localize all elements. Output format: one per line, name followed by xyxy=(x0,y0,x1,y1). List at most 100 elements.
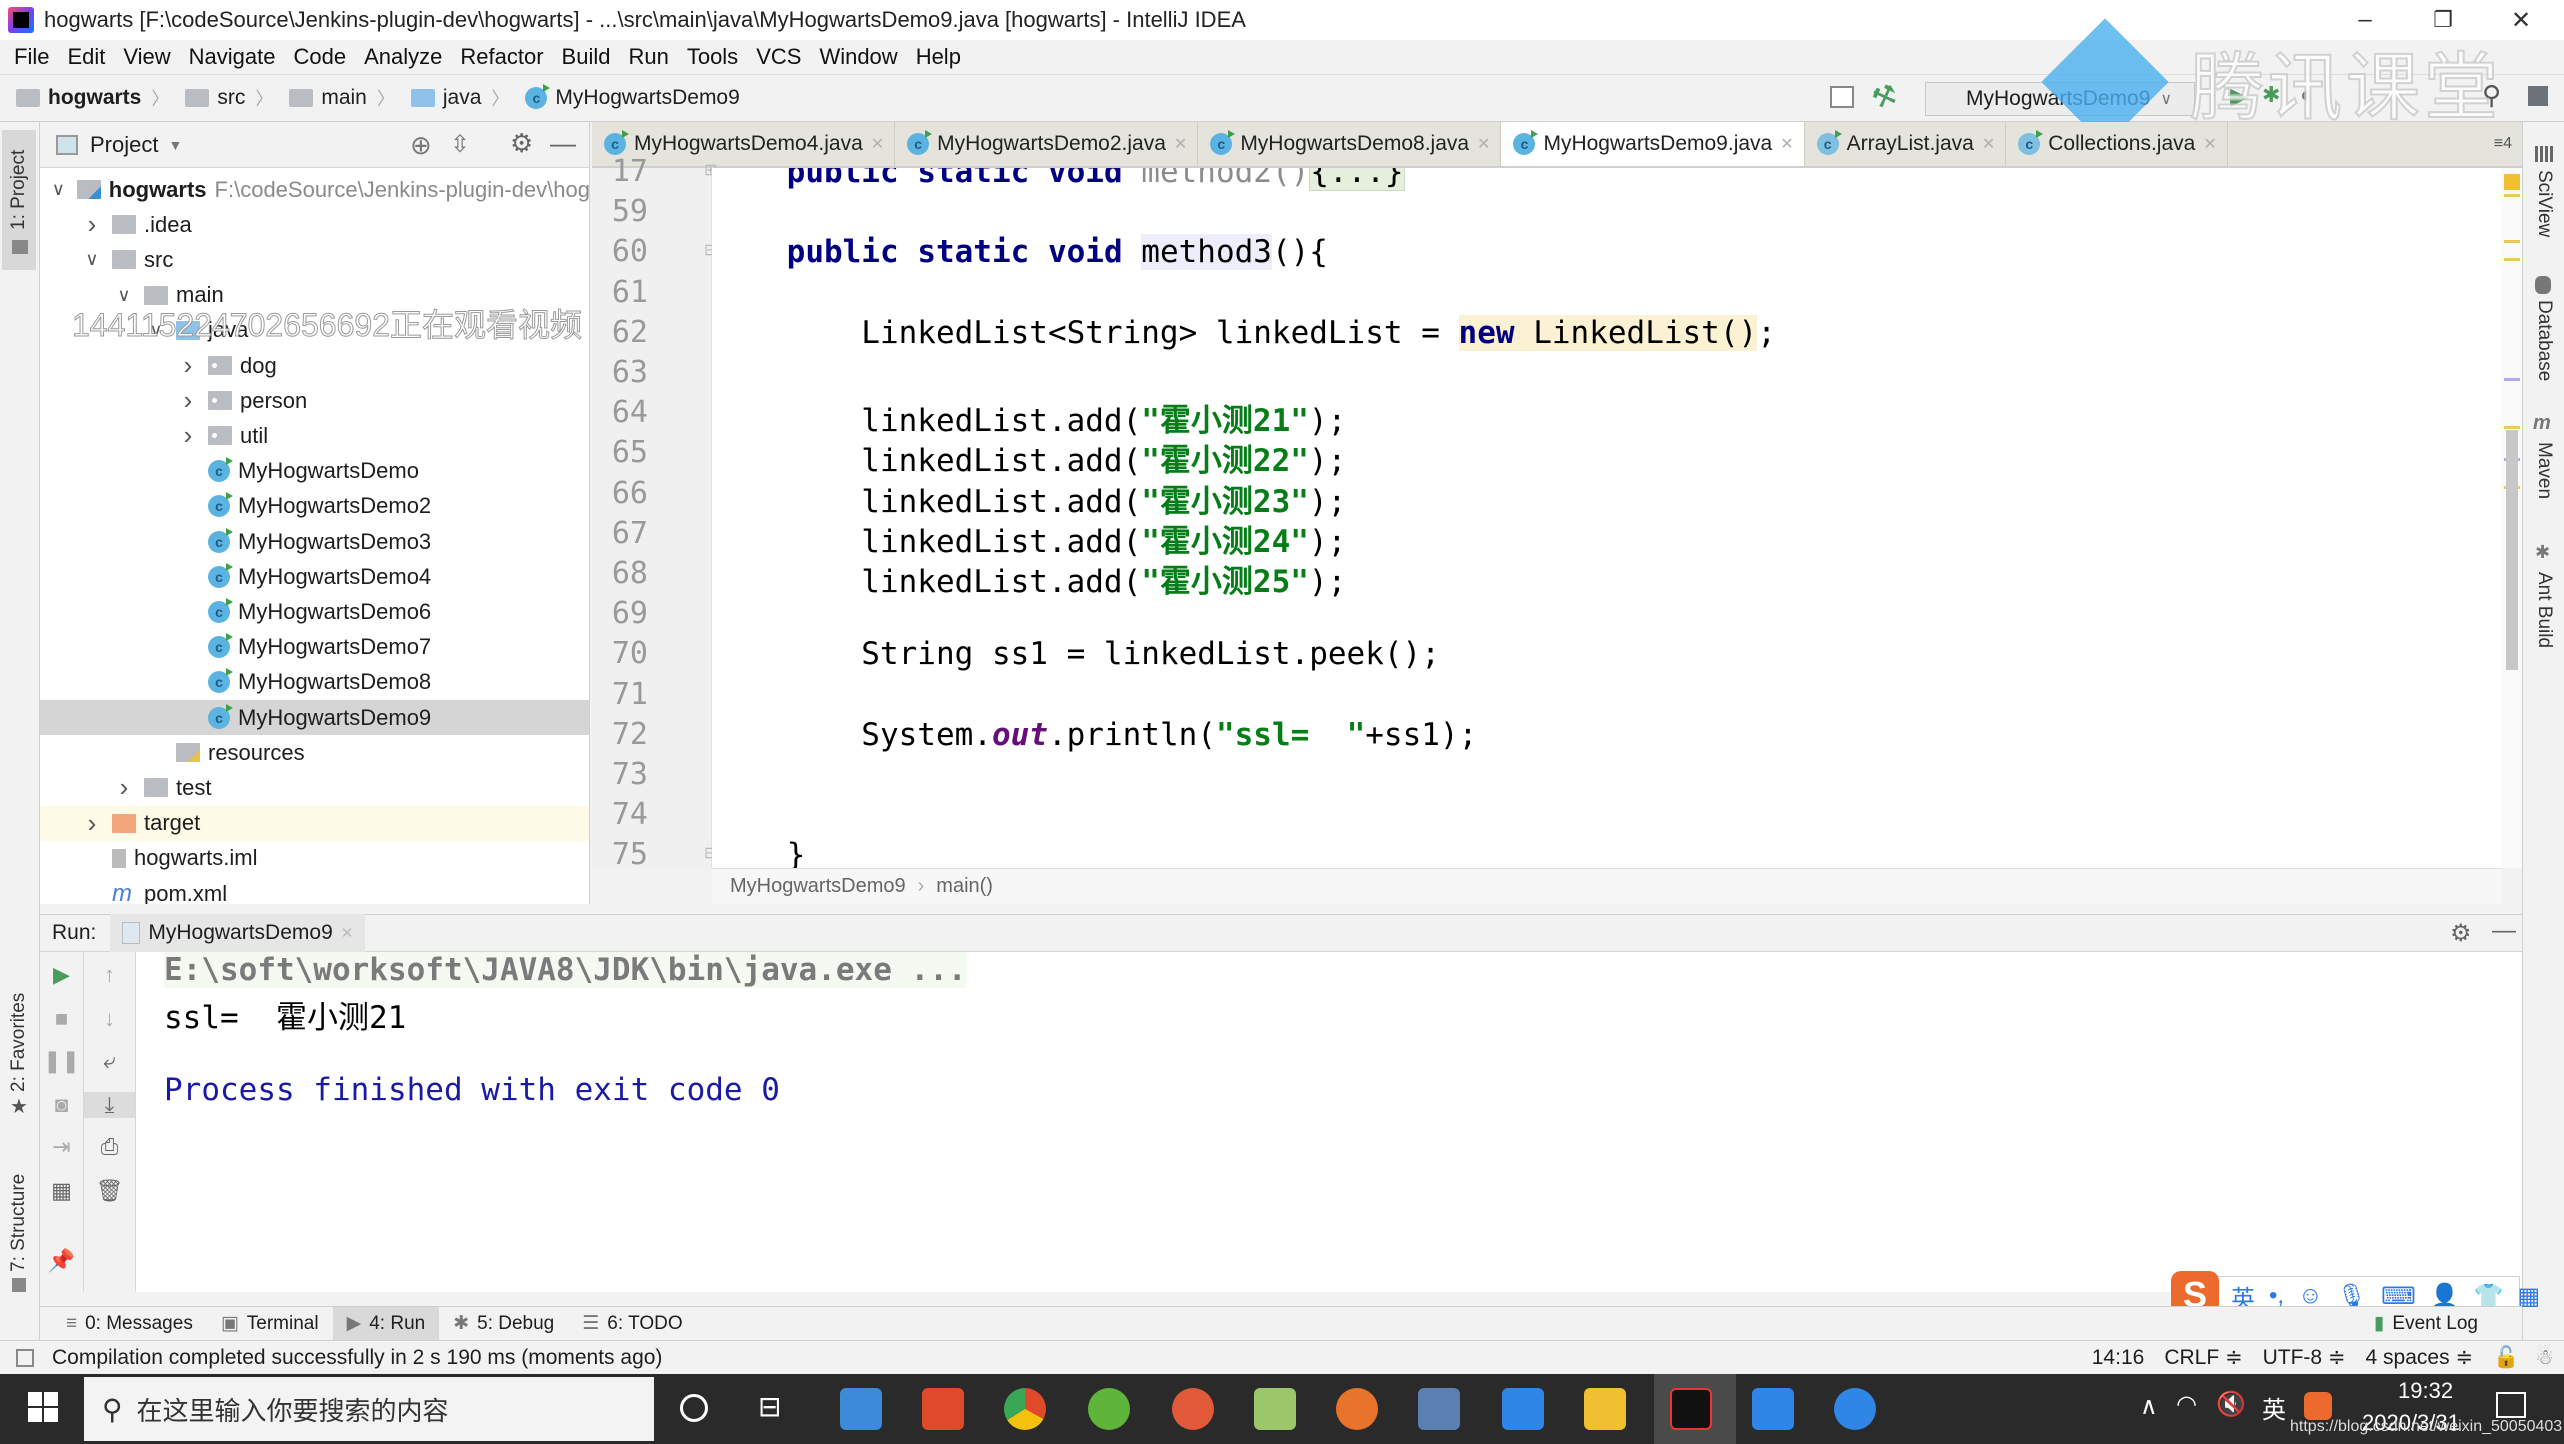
taskbar-app-vc[interactable] xyxy=(1502,1388,1544,1430)
error-stripe[interactable] xyxy=(2502,168,2522,868)
breadcrumb-hogwarts[interactable]: hogwarts 〉 xyxy=(16,85,169,111)
stop-icon[interactable]: ■ xyxy=(40,1006,83,1032)
chevron-down-icon[interactable]: ∨ xyxy=(146,320,166,341)
close-tab-icon[interactable]: ✕ xyxy=(1174,134,1187,154)
code-line[interactable]: linkedList.add("霍小测21"); xyxy=(712,395,1346,440)
run-configuration-selector[interactable]: MyHogwartsDemo9 ∨ xyxy=(1925,82,2195,116)
code-line[interactable]: System.out.println("ssl= "+ss1); xyxy=(712,717,1477,753)
tree-item-idea[interactable]: › .idea xyxy=(40,207,589,242)
chevron-right-icon[interactable]: › xyxy=(82,808,102,839)
tool-tab-debug[interactable]: ✱ 5: Debug xyxy=(439,1307,568,1341)
taskbar-app-chrome[interactable] xyxy=(1004,1388,1046,1430)
chevron-down-icon[interactable]: ∨ xyxy=(114,285,134,306)
encoding-selector[interactable]: UTF-8 ≑ xyxy=(2263,1345,2346,1370)
menu-vcs[interactable]: VCS xyxy=(756,44,801,70)
editor-scrollbar[interactable] xyxy=(2506,430,2518,670)
tree-item-myhogwartsdemo2[interactable]: c MyHogwartsDemo2 xyxy=(40,489,589,524)
breadcrumb-src[interactable]: src 〉 xyxy=(185,85,273,111)
chevron-right-icon[interactable]: › xyxy=(178,385,198,416)
tree-item-person[interactable]: › person xyxy=(40,383,589,418)
clock-time[interactable]: 19:32 xyxy=(2398,1378,2453,1404)
event-log-button[interactable]: ▮ Event Log xyxy=(2360,1307,2492,1341)
task-view-icon[interactable]: ⊟ xyxy=(758,1390,781,1423)
windows-start-icon[interactable] xyxy=(28,1392,58,1422)
code-line[interactable]: linkedList.add("霍小测25"); xyxy=(712,556,1346,601)
coverage-icon[interactable]: ◐ xyxy=(2300,82,2313,108)
wifi-icon[interactable]: ◠ xyxy=(2176,1390,2197,1419)
project-tool-button[interactable]: 1: Project xyxy=(2,130,36,270)
close-tab-icon[interactable]: ✕ xyxy=(871,134,884,154)
tree-item-myhogwartsdemo9[interactable]: c MyHogwartsDemo9 xyxy=(40,700,589,735)
lock-icon[interactable]: 🔓 xyxy=(2493,1346,2519,1370)
restore-button[interactable]: ❐ xyxy=(2408,0,2478,40)
menu-help[interactable]: Help xyxy=(916,44,961,70)
close-tab-icon[interactable]: ✕ xyxy=(1780,134,1793,154)
run-tab[interactable]: MyHogwartsDemo9 ✕ xyxy=(110,914,366,952)
trash-icon[interactable]: 🗑 xyxy=(84,1178,135,1204)
indent-selector[interactable]: 4 spaces ≑ xyxy=(2366,1345,2473,1370)
code-line[interactable]: } xyxy=(712,837,806,868)
chevron-right-icon[interactable]: › xyxy=(178,350,198,381)
chevron-down-icon[interactable]: ∨ xyxy=(82,249,102,270)
taskbar-app-xmind[interactable] xyxy=(922,1388,964,1430)
status-toggle-icon[interactable] xyxy=(16,1348,34,1367)
close-tab-icon[interactable]: ✕ xyxy=(341,924,354,942)
structure-tool-button[interactable]: 7: Structure xyxy=(2,1152,36,1302)
line-separator-selector[interactable]: CRLF ≑ xyxy=(2164,1345,2242,1370)
collapse-all-icon[interactable]: ⇳ xyxy=(450,130,470,159)
tree-item-myhogwartsdemo4[interactable]: c MyHogwartsDemo4 xyxy=(40,559,589,594)
tool-tab-run[interactable]: ▶ 4: Run xyxy=(332,1306,440,1341)
tool-tab-todo[interactable]: ☰ 6: TODO xyxy=(568,1307,696,1341)
close-button[interactable]: ✕ xyxy=(2486,0,2556,40)
cortana-icon[interactable] xyxy=(680,1394,708,1422)
code-line[interactable]: LinkedList<String> linkedList = new Link… xyxy=(712,314,1776,351)
menu-navigate[interactable]: Navigate xyxy=(189,44,276,70)
chevron-right-icon[interactable]: › xyxy=(114,772,134,803)
tree-item-hogwarts-iml[interactable]: hogwarts.iml xyxy=(40,841,589,876)
project-structure-icon[interactable] xyxy=(2528,86,2548,106)
pause-icon[interactable]: ❚❚ xyxy=(40,1048,83,1074)
taskbar-app-explorer[interactable] xyxy=(1584,1388,1626,1430)
maven-tool-button[interactable]: Maven m xyxy=(2527,412,2561,532)
tree-item-util[interactable]: › util xyxy=(40,418,589,453)
tree-item-hogwarts[interactable]: ∨ hogwarts F:\codeSource\Jenkins-plugin-de… xyxy=(40,172,589,207)
code-editor[interactable]: public static void method2(){...} public… xyxy=(712,168,2502,868)
camera-icon[interactable]: ◙ xyxy=(40,1092,83,1118)
code-line[interactable]: linkedList.add("霍小测24"); xyxy=(712,516,1346,561)
debug-icon[interactable]: ✱ xyxy=(2262,82,2280,108)
taskbar-app-swirl[interactable] xyxy=(1172,1388,1214,1430)
breadcrumb-java[interactable]: java 〉 xyxy=(410,85,509,111)
tool-tab-messages[interactable]: ≡ 0: Messages xyxy=(52,1307,207,1341)
tree-item-resources[interactable]: resources xyxy=(40,735,589,770)
exit-icon[interactable]: ⇥ xyxy=(40,1134,83,1160)
ant-build-tool-button[interactable]: Ant Build ✱ xyxy=(2527,542,2561,662)
menu-code[interactable]: Code xyxy=(294,44,347,70)
database-tool-button[interactable]: Database xyxy=(2527,272,2561,402)
dropdown-arrow-icon[interactable]: ▼ xyxy=(168,137,182,153)
hide-panel-icon[interactable]: — xyxy=(2492,917,2516,945)
menu-run[interactable]: Run xyxy=(628,44,668,70)
chevron-right-icon[interactable]: › xyxy=(82,209,102,240)
taskbar-app-green[interactable] xyxy=(1088,1388,1130,1430)
tree-item-test[interactable]: › test xyxy=(40,770,589,805)
tab-mydemo8[interactable]: c MyHogwartsDemo8.java ✕ xyxy=(1198,122,1502,166)
tray-expand-icon[interactable]: ∧ xyxy=(2140,1392,2158,1421)
volume-muted-icon[interactable]: 🔇 xyxy=(2216,1390,2246,1419)
tool-tab-terminal[interactable]: ▣ Terminal xyxy=(207,1307,333,1341)
layout-icon[interactable]: ▦ xyxy=(40,1178,83,1204)
close-tab-icon[interactable]: ✕ xyxy=(1477,134,1490,154)
arrow-up-icon[interactable]: ↑ xyxy=(84,962,135,988)
tab-mydemo2[interactable]: c MyHogwartsDemo2.java ✕ xyxy=(895,122,1199,166)
tab-mydemo9[interactable]: c MyHogwartsDemo9.java ✕ xyxy=(1501,122,1805,166)
breadcrumb-class[interactable]: c MyHogwartsDemo9 xyxy=(525,84,740,110)
console-output[interactable]: E:\soft\worksoft\JAVA8\JDK\bin\java.exe … xyxy=(136,952,2522,1292)
project-view-selector[interactable]: Project xyxy=(90,132,158,158)
code-line[interactable]: String ss1 = linkedList.peek(); xyxy=(712,636,1440,672)
chevron-right-icon[interactable]: › xyxy=(178,420,198,451)
warning-indicator-icon[interactable] xyxy=(2504,174,2520,190)
menu-analyze[interactable]: Analyze xyxy=(364,44,442,70)
tree-item-java[interactable]: ∨ java xyxy=(40,313,589,348)
soft-wrap-icon[interactable]: ⤶ xyxy=(84,1048,135,1074)
tree-item-myhogwartsdemo6[interactable]: c MyHogwartsDemo6 xyxy=(40,594,589,629)
close-tab-icon[interactable]: ✕ xyxy=(2203,134,2216,154)
